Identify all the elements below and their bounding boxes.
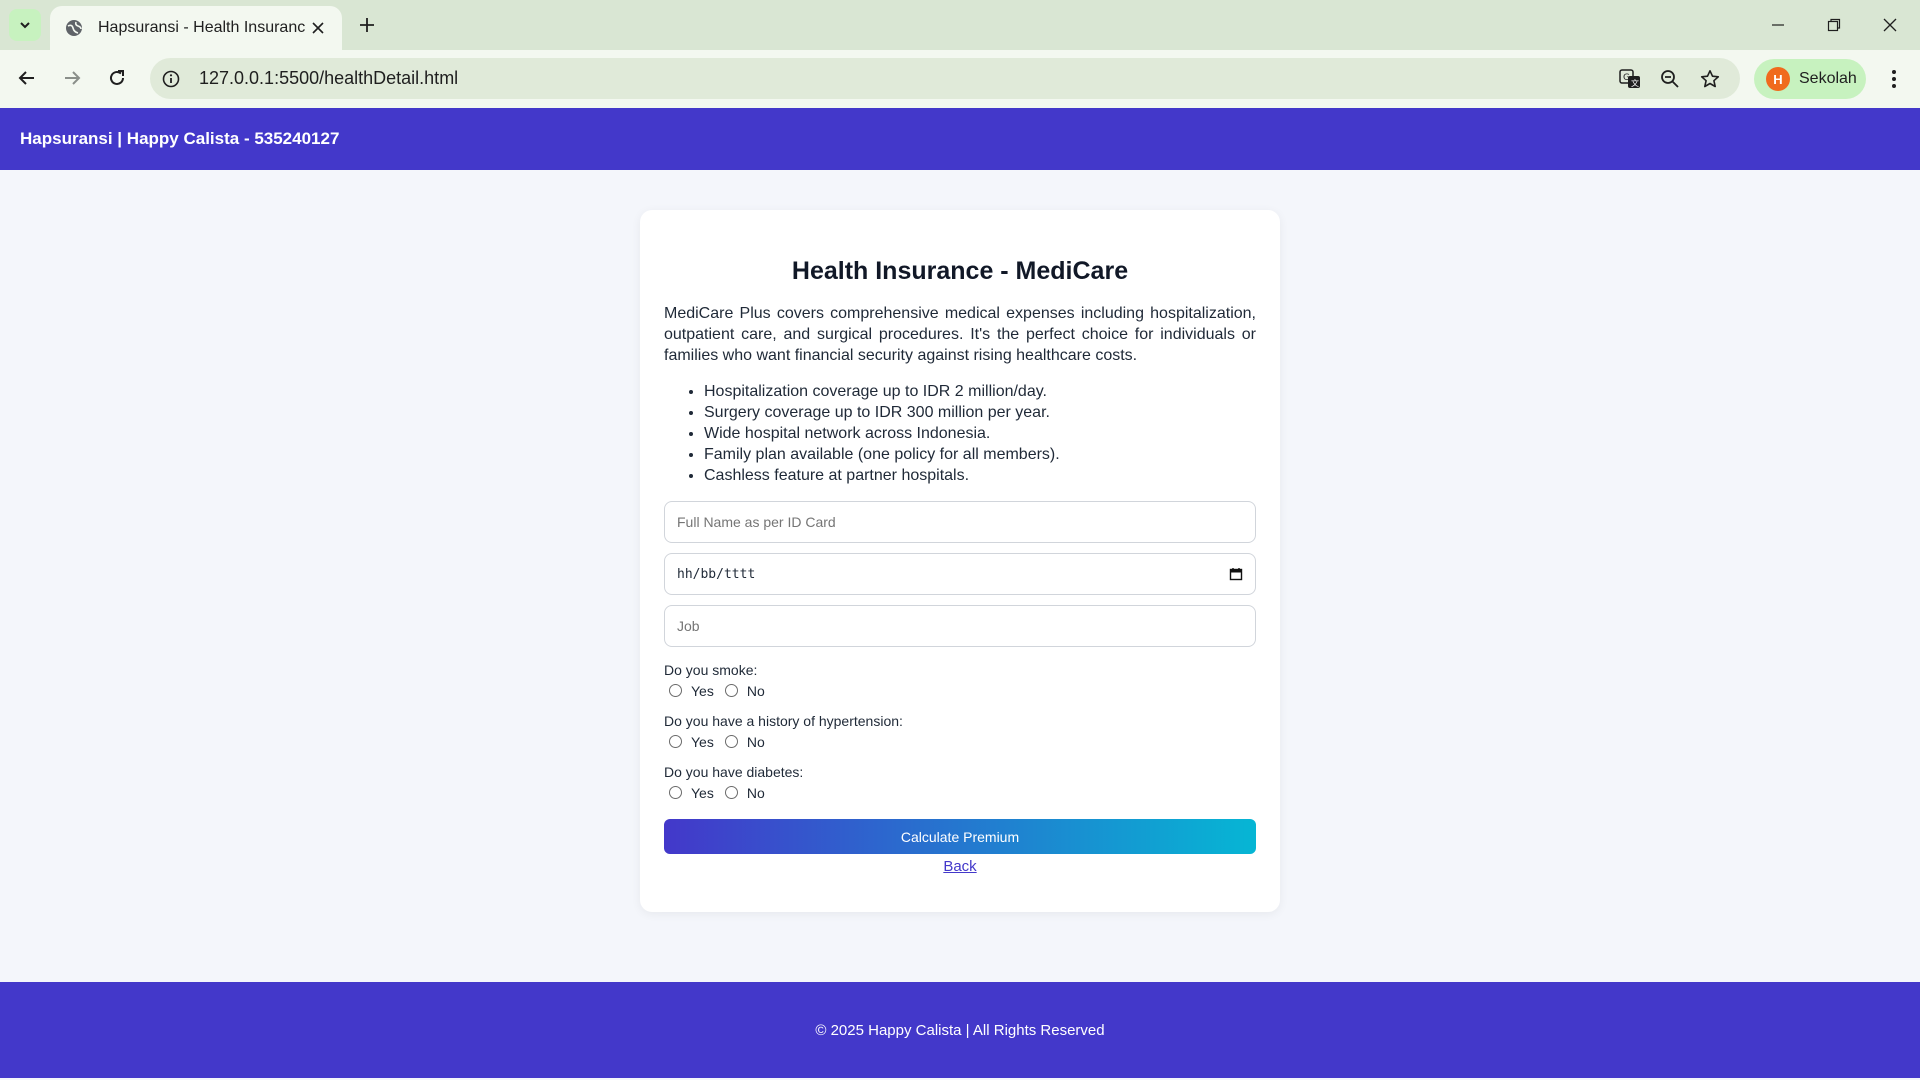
reload-button[interactable] bbox=[98, 59, 136, 97]
arrow-right-icon bbox=[65, 71, 81, 85]
smoke-question: Do you smoke: bbox=[664, 662, 758, 678]
job-input[interactable] bbox=[677, 618, 1243, 634]
more-vertical-icon bbox=[1892, 70, 1896, 88]
radio-label-no: No bbox=[746, 682, 765, 699]
profile-name: Sekolah bbox=[1799, 70, 1857, 87]
copyright-text: © 2025 Happy Calista | All Rights Reserv… bbox=[815, 1021, 1105, 1039]
close-window-button[interactable] bbox=[1862, 0, 1918, 50]
globe-icon bbox=[64, 18, 84, 38]
close-icon[interactable] bbox=[306, 16, 330, 40]
avatar: H bbox=[1766, 67, 1790, 91]
hypertension-no-radio[interactable] bbox=[724, 735, 738, 748]
arrow-left-icon bbox=[18, 71, 34, 85]
minimize-button[interactable] bbox=[1750, 0, 1806, 50]
site-footer: © 2025 Happy Calista | All Rights Reserv… bbox=[0, 982, 1920, 1078]
full-name-field[interactable] bbox=[664, 501, 1256, 543]
smoke-radio-group: Yes No bbox=[664, 682, 1256, 699]
browser-tab-strip: Hapsuransi - Health Insurance bbox=[0, 0, 1920, 50]
diabetes-yes-radio[interactable] bbox=[669, 786, 682, 799]
profile-button[interactable]: H Sekolah bbox=[1754, 59, 1866, 99]
hypertension-question: Do you have a history of hypertension: bbox=[664, 713, 903, 729]
calculate-premium-button[interactable]: Calculate Premium bbox=[664, 819, 1256, 854]
smoke-yes-radio[interactable] bbox=[669, 684, 682, 697]
feature-item: Surgery coverage up to IDR 300 million p… bbox=[704, 402, 1256, 423]
restore-button[interactable] bbox=[1806, 0, 1862, 50]
url-text: 127.0.0.1:5500/healthDetail.html bbox=[199, 68, 459, 88]
calendar-icon[interactable] bbox=[1229, 567, 1243, 581]
hypertension-yes-radio[interactable] bbox=[669, 735, 682, 748]
tab-title: Hapsuransi - Health Insurance bbox=[98, 19, 306, 36]
bookmark-star-icon[interactable] bbox=[1690, 59, 1730, 99]
premium-form: hh/bb/tttt Do you smoke: Yes No Do you h… bbox=[664, 501, 1256, 875]
address-bar[interactable]: 127.0.0.1:5500/healthDetail.html G文 bbox=[150, 58, 1740, 99]
browser-tab-active[interactable]: Hapsuransi - Health Insurance bbox=[50, 6, 342, 50]
full-name-input[interactable] bbox=[677, 514, 1243, 530]
job-field[interactable] bbox=[664, 605, 1256, 647]
browser-menu-button[interactable] bbox=[1876, 59, 1912, 99]
reload-icon bbox=[110, 70, 124, 85]
page-title: Health Insurance - MediCare bbox=[791, 257, 1129, 285]
new-tab-button[interactable] bbox=[352, 10, 382, 40]
forward-nav-button[interactable] bbox=[53, 59, 91, 97]
translate-icon[interactable]: G文 bbox=[1610, 59, 1650, 99]
site-header: Hapsuransi | Happy Calista - 535240127 bbox=[0, 108, 1920, 170]
diabetes-radio-group: Yes No bbox=[664, 784, 1256, 801]
restore-icon bbox=[1827, 18, 1841, 32]
close-icon bbox=[1883, 18, 1897, 32]
date-placeholder: hh/bb/tttt bbox=[677, 566, 756, 582]
svg-text:文: 文 bbox=[1631, 78, 1639, 88]
smoke-no-radio[interactable] bbox=[724, 684, 738, 697]
feature-item: Family plan available (one policy for al… bbox=[704, 444, 1256, 465]
product-card: Health Insurance - MediCare MediCare Plu… bbox=[640, 210, 1280, 912]
brand-title: Hapsuransi | Happy Calista - 535240127 bbox=[20, 129, 340, 148]
radio-label-yes: Yes bbox=[691, 784, 714, 801]
feature-item: Hospitalization coverage up to IDR 2 mil… bbox=[704, 381, 1256, 402]
minimize-icon bbox=[1772, 24, 1784, 26]
feature-item: Cashless feature at partner hospitals. bbox=[704, 465, 1256, 486]
tab-search-button[interactable] bbox=[9, 9, 41, 41]
back-link[interactable]: Back bbox=[664, 858, 1256, 875]
page-viewport: Hapsuransi | Happy Calista - 535240127 H… bbox=[0, 108, 1920, 1080]
feature-list: Hospitalization coverage up to IDR 2 mil… bbox=[664, 381, 1256, 486]
diabetes-no-radio[interactable] bbox=[724, 786, 738, 799]
zoom-icon[interactable] bbox=[1650, 59, 1690, 99]
radio-label-no: No bbox=[746, 784, 765, 801]
site-info-icon[interactable] bbox=[153, 61, 189, 97]
radio-label-yes: Yes bbox=[691, 682, 714, 699]
chevron-down-icon bbox=[20, 22, 30, 29]
plus-icon bbox=[360, 18, 374, 32]
radio-label-no: No bbox=[746, 733, 765, 750]
diabetes-question: Do you have diabetes: bbox=[664, 764, 804, 780]
browser-toolbar: 127.0.0.1:5500/healthDetail.html G文 H Se… bbox=[0, 50, 1920, 108]
feature-item: Wide hospital network across Indonesia. bbox=[704, 423, 1256, 444]
product-description: MediCare Plus covers comprehensive medic… bbox=[664, 305, 1256, 364]
radio-label-yes: Yes bbox=[691, 733, 714, 750]
hypertension-radio-group: Yes No bbox=[664, 733, 1256, 750]
birth-date-field[interactable]: hh/bb/tttt bbox=[664, 553, 1256, 595]
back-nav-button[interactable] bbox=[8, 59, 46, 97]
